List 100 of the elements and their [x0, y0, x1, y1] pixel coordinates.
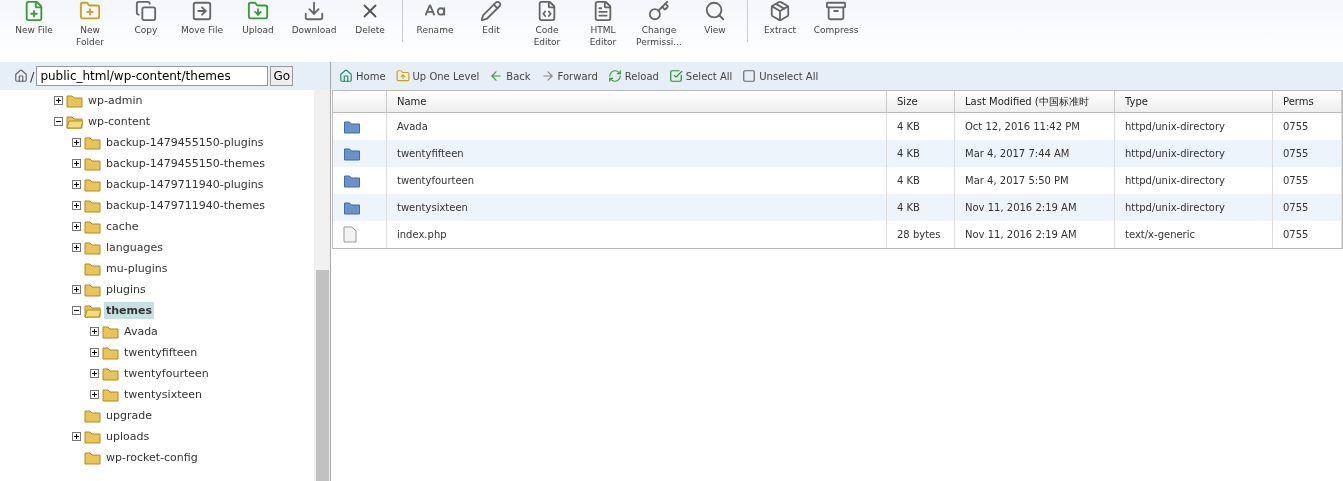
- tree-item[interactable]: backup-1479455150-themes: [104, 155, 267, 172]
- table-cell: httpd/unix-directory: [1115, 194, 1273, 221]
- folder-icon: [84, 156, 101, 171]
- toolbar-button[interactable]: Copy: [118, 0, 174, 36]
- tree-item[interactable]: backup-1479711940-themes: [104, 197, 267, 214]
- tree-item[interactable]: Avada: [122, 323, 160, 340]
- toolbar-button[interactable]: Code Editor: [519, 0, 575, 48]
- copy-icon: [135, 0, 157, 22]
- tree-item[interactable]: backup-1479711940-plugins: [104, 176, 266, 193]
- column-header[interactable]: Size: [887, 91, 955, 113]
- toolbar-button[interactable]: Rename: [407, 0, 463, 36]
- document-icon: [592, 0, 614, 22]
- column-header[interactable]: Type: [1115, 91, 1273, 113]
- tree-item[interactable]: languages: [104, 239, 165, 256]
- tree-item[interactable]: twentyfifteen: [122, 344, 200, 361]
- pencil-icon: [480, 0, 502, 22]
- tree-item[interactable]: cache: [104, 218, 141, 235]
- folder-icon: [343, 200, 361, 215]
- expand-icon[interactable]: [72, 243, 81, 252]
- folder-icon: [102, 324, 119, 339]
- folder-icon: [102, 366, 119, 381]
- box-icon: [769, 0, 791, 22]
- nav-button[interactable]: Select All: [668, 69, 733, 83]
- column-header[interactable]: Perms: [1273, 91, 1342, 113]
- nav-button[interactable]: Back: [489, 69, 531, 83]
- toolbar-button[interactable]: Move File: [174, 0, 230, 36]
- folder-icon: [84, 408, 101, 423]
- forward-arrow-icon: [540, 69, 555, 83]
- expand-icon[interactable]: [72, 222, 81, 231]
- tree-item[interactable]: upgrade: [104, 407, 154, 424]
- column-header[interactable]: Name: [387, 91, 887, 113]
- tree-item[interactable]: backup-1479455150-plugins: [104, 134, 266, 151]
- path-input-field[interactable]: public_html/wp-content/themes: [36, 66, 269, 86]
- tree-item[interactable]: uploads: [104, 428, 152, 445]
- tree-item[interactable]: themes: [104, 302, 155, 319]
- table-cell: twentysixteen: [387, 194, 887, 221]
- reload-icon: [607, 69, 622, 83]
- column-header[interactable]: Last Modified (中国标准时: [955, 91, 1115, 113]
- expand-icon[interactable]: [54, 96, 63, 105]
- home-icon: [339, 69, 353, 83]
- collapse-icon[interactable]: [54, 117, 63, 126]
- folder-up-icon: [395, 69, 410, 83]
- nav-button[interactable]: Forward: [540, 69, 598, 83]
- folder-icon: [343, 173, 361, 188]
- toolbar-button[interactable]: View: [687, 0, 743, 36]
- back-arrow-icon: [489, 69, 504, 83]
- nav-button[interactable]: Home: [339, 69, 386, 83]
- go-button[interactable]: Go: [270, 66, 294, 86]
- tree-item[interactable]: twentyfourteen: [122, 365, 211, 382]
- checkbox-empty-icon: [742, 69, 757, 83]
- scrollbar[interactable]: [314, 90, 330, 481]
- table-cell: 4 KB: [887, 140, 955, 167]
- nav-button[interactable]: Unselect All: [742, 69, 819, 83]
- folder-icon: [84, 135, 101, 150]
- folder-icon: [84, 219, 101, 234]
- expand-icon[interactable]: [72, 138, 81, 147]
- expand-icon[interactable]: [72, 159, 81, 168]
- toolbar-button[interactable]: Change Permissi...: [631, 0, 687, 48]
- nav-button[interactable]: Up One Level: [395, 69, 480, 83]
- folder-icon: [84, 198, 101, 213]
- checkbox-checked-icon: [668, 69, 683, 83]
- expand-icon[interactable]: [72, 180, 81, 189]
- new-folder-icon: [79, 0, 101, 22]
- archive-icon: [825, 0, 847, 22]
- toolbar-button[interactable]: New File: [6, 0, 62, 36]
- expand-icon[interactable]: [90, 348, 99, 357]
- expand-icon[interactable]: [90, 390, 99, 399]
- collapse-icon[interactable]: [72, 306, 81, 315]
- folder-arrow-icon: [247, 0, 269, 22]
- toolbar-button[interactable]: Edit: [463, 0, 519, 36]
- toolbar-button[interactable]: New Folder: [62, 0, 118, 48]
- toolbar-button[interactable]: Compress: [808, 0, 864, 36]
- tree-item[interactable]: wp-rocket-config: [104, 449, 200, 466]
- expand-icon[interactable]: [72, 285, 81, 294]
- toolbar-button[interactable]: Extract: [752, 0, 808, 36]
- folder-icon: [66, 93, 83, 108]
- expand-icon[interactable]: [72, 432, 81, 441]
- search-icon: [704, 0, 726, 22]
- folder-icon: [102, 387, 119, 402]
- toolbar-button[interactable]: Delete: [342, 0, 398, 36]
- tree-item[interactable]: twentysixteen: [122, 386, 204, 403]
- tree-item[interactable]: plugins: [104, 281, 148, 298]
- tree-item[interactable]: wp-admin: [86, 92, 145, 109]
- file-icon: [343, 226, 357, 243]
- toolbar-button[interactable]: Download: [286, 0, 342, 36]
- expand-icon[interactable]: [90, 369, 99, 378]
- tree-item[interactable]: mu-plugins: [104, 260, 170, 277]
- table-cell: Mar 4, 2017 7:44 AM: [955, 140, 1115, 167]
- expand-icon[interactable]: [72, 201, 81, 210]
- tree-item[interactable]: wp-content: [86, 113, 153, 130]
- code-file-icon: [536, 0, 558, 22]
- toolbar-button[interactable]: Upload: [230, 0, 286, 36]
- key-icon: [648, 0, 670, 22]
- toolbar-button[interactable]: HTML Editor: [575, 0, 631, 48]
- move-icon: [191, 0, 213, 22]
- folder-icon: [343, 119, 361, 134]
- folder-icon: [102, 345, 119, 360]
- expand-icon[interactable]: [90, 327, 99, 336]
- path-separator: /: [30, 68, 35, 84]
- nav-button[interactable]: Reload: [607, 69, 659, 83]
